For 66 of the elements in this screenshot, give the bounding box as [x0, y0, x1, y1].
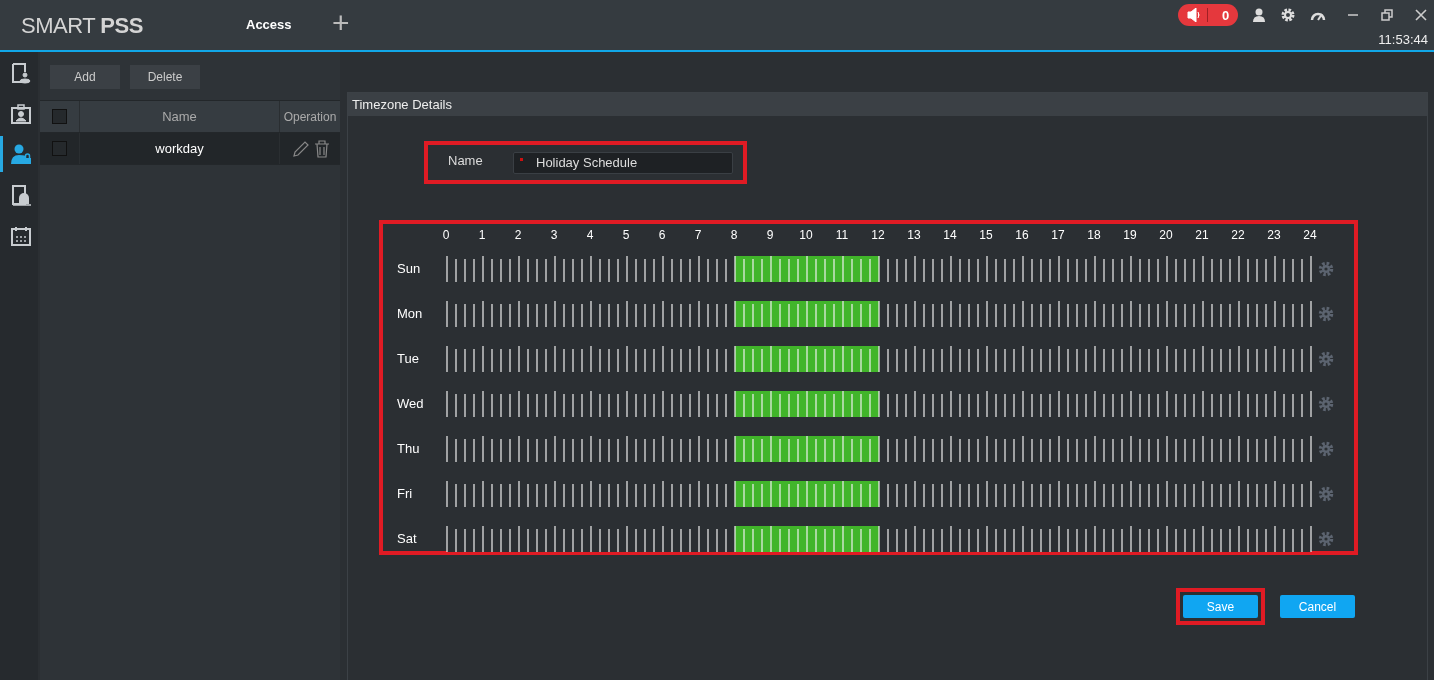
door-icon — [9, 61, 32, 84]
add-tab-button[interactable]: + — [332, 8, 350, 38]
field-label: Name — [448, 153, 484, 168]
schedule-track[interactable] — [446, 480, 1312, 507]
id-badge-icon — [9, 102, 32, 125]
checkbox[interactable] — [52, 109, 67, 124]
day-label: Fri — [397, 486, 414, 501]
schedule-track[interactable] — [446, 390, 1312, 417]
schedule-track[interactable] — [446, 300, 1312, 327]
column-header: Name — [80, 101, 280, 132]
edit-icon[interactable] — [292, 139, 310, 158]
user-lock-icon — [9, 143, 32, 165]
table-cell: workday — [155, 141, 204, 156]
hour-label: 21 — [1195, 228, 1209, 242]
hour-label: 15 — [979, 228, 993, 242]
hour-label: 4 — [586, 228, 594, 242]
hour-label: 7 — [694, 228, 702, 242]
hour-label: 16 — [1015, 228, 1029, 242]
day-label: Wed — [397, 396, 425, 411]
clock: 11:53:44 — [1378, 32, 1428, 47]
device-icon — [9, 183, 32, 206]
calendar-icon — [9, 224, 32, 247]
day-label: Sun — [397, 261, 422, 276]
close-icon[interactable] — [1414, 8, 1428, 22]
day-label: Thu — [397, 441, 421, 456]
delete-icon[interactable] — [314, 139, 330, 158]
restore-icon[interactable] — [1380, 8, 1394, 22]
alarm-button[interactable]: 0 — [1178, 4, 1238, 26]
add-button[interactable]: Add — [50, 65, 120, 89]
checkbox[interactable] — [52, 141, 67, 156]
hour-label: 17 — [1051, 228, 1065, 242]
schedule-track[interactable] — [446, 255, 1312, 282]
hour-label: 23 — [1267, 228, 1281, 242]
schedule-track[interactable] — [446, 435, 1312, 462]
hour-label: 8 — [730, 228, 738, 242]
hour-label: 0 — [442, 228, 450, 242]
hour-label: 14 — [943, 228, 957, 242]
access-tab[interactable]: Access — [246, 17, 332, 32]
hour-label: 2 — [514, 228, 522, 242]
hour-label: 19 — [1123, 228, 1137, 242]
panel-title: Timezone Details — [348, 93, 1427, 116]
hour-label: 18 — [1087, 228, 1101, 242]
hour-label: 5 — [622, 228, 630, 242]
column-header: Operation — [282, 109, 338, 124]
list-row[interactable]: workday — [40, 133, 340, 165]
hour-label: 9 — [766, 228, 774, 242]
name-input[interactable]: Holiday Schedule — [513, 151, 733, 174]
day-label: Sat — [397, 531, 418, 546]
hour-label: 20 — [1159, 228, 1173, 242]
schedule-track[interactable] — [446, 525, 1312, 552]
hour-label: 24 — [1303, 228, 1317, 242]
delete-button[interactable]: Delete — [130, 65, 200, 89]
hour-label: 1 — [478, 228, 486, 242]
hour-label: 3 — [550, 228, 558, 242]
app-logo: SMART PSS — [21, 13, 144, 39]
user-icon[interactable] — [1252, 8, 1266, 22]
speaker-icon — [1187, 8, 1203, 22]
hour-label: 13 — [907, 228, 921, 242]
day-label: Tue — [397, 351, 420, 366]
hour-label: 11 — [835, 228, 849, 242]
day-label: Mon — [397, 306, 424, 321]
schedule-track[interactable] — [446, 345, 1312, 372]
hour-label: 10 — [799, 228, 813, 242]
hour-label: 6 — [658, 228, 666, 242]
hour-label: 12 — [871, 228, 885, 242]
hour-label: 22 — [1231, 228, 1245, 242]
